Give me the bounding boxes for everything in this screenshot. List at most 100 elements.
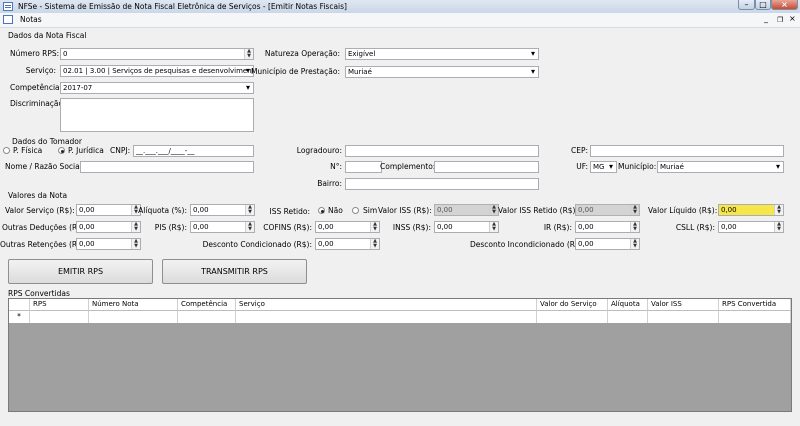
valor-iss-retido-label: Valor ISS Retido (R$):	[498, 206, 579, 215]
uf-label: UF:	[576, 162, 588, 171]
outras-retencoes-input[interactable]: 0,00 ▲ ▼	[76, 238, 141, 250]
natureza-label: Natureza Operação:	[264, 49, 340, 58]
grid-cell[interactable]	[719, 311, 791, 323]
pis-spinner[interactable]: ▲ ▼	[245, 222, 254, 232]
grid-cell[interactable]	[89, 311, 178, 323]
mdi-close-icon[interactable]: ×	[789, 14, 796, 24]
pis-input[interactable]: 0,00 ▲ ▼	[190, 221, 255, 233]
mdi-minimize-icon[interactable]: _	[764, 14, 768, 24]
column-header-numero-nota[interactable]: Número Nota	[89, 299, 178, 311]
desconto-condicionado-spinner[interactable]: ▲ ▼	[370, 239, 379, 249]
new-row-marker: *	[9, 311, 30, 323]
mdi-restore-icon[interactable]: ❐	[777, 15, 783, 25]
inss-input[interactable]: 0,00 ▲ ▼	[434, 221, 499, 233]
rps-grid[interactable]: RPS Número Nota Competência Serviço Valo…	[8, 298, 792, 412]
ir-spinner[interactable]: ▲ ▼	[630, 222, 639, 232]
csll-value: 0,00	[721, 223, 737, 231]
outras-deducoes-spinner[interactable]: ▲ ▼	[131, 222, 140, 232]
column-header-servico[interactable]: Serviço	[236, 299, 537, 311]
valor-liquido-label: Valor Líquido (R$):	[648, 206, 718, 215]
desconto-condicionado-input[interactable]: 0,00 ▲ ▼	[315, 238, 380, 250]
column-header-valor-servico[interactable]: Valor do Serviço	[537, 299, 608, 311]
aliquota-spinner[interactable]: ▲ ▼	[245, 205, 254, 215]
maximize-button[interactable]: □	[755, 0, 771, 10]
valor-servico-value: 0,00	[79, 206, 95, 214]
app-icon	[3, 2, 13, 11]
grid-cell[interactable]	[236, 311, 537, 323]
logradouro-input[interactable]	[345, 145, 539, 157]
municipio-tomador-value: Muriaé	[660, 163, 684, 171]
desconto-incondicionado-input[interactable]: 0,00 ▲ ▼	[575, 238, 640, 250]
cnpj-label: CNPJ:	[110, 146, 131, 155]
municipio-prestacao-label: Município de Prestação:	[250, 67, 340, 76]
complemento-input[interactable]	[434, 161, 539, 173]
grid-cell[interactable]	[648, 311, 719, 323]
iss-retido-sim-radio[interactable]	[352, 207, 359, 214]
section-rps-convertidas: RPS Convertidas	[8, 289, 70, 298]
column-header-competencia[interactable]: Competência	[178, 299, 236, 311]
section-valores-nota: Valores da Nota	[8, 191, 68, 200]
outras-retencoes-spinner[interactable]: ▲ ▼	[131, 239, 140, 249]
valor-liquido-spinner[interactable]: ▲ ▼	[774, 205, 783, 215]
nome-razao-label: Nome / Razão Social:	[5, 162, 85, 171]
outras-retencoes-label: Outras Retenções (R$):	[0, 240, 88, 249]
servico-select[interactable]: 02.01 | 3.00 | Serviços de pesquisas e d…	[60, 65, 254, 77]
logradouro-label: Logradouro:	[296, 146, 342, 155]
desconto-incondicionado-spinner[interactable]: ▲ ▼	[630, 239, 639, 249]
outras-deducoes-input[interactable]: 0,00 ▲ ▼	[76, 221, 141, 233]
bairro-input[interactable]	[345, 178, 539, 190]
discriminacao-label: Discriminação:	[10, 99, 66, 108]
iss-retido-sim-label: Sim	[363, 206, 378, 215]
valor-liquido-input[interactable]: 0,00 ▲ ▼	[718, 204, 784, 216]
minimize-button[interactable]: –	[738, 0, 755, 10]
cofins-value: 0,00	[318, 223, 334, 231]
valor-iss-retido-spinner: ▲ ▼	[630, 205, 639, 215]
cofins-spinner[interactable]: ▲ ▼	[370, 222, 379, 232]
iss-retido-nao-radio[interactable]	[318, 207, 325, 214]
aliquota-value: 0,00	[193, 206, 209, 214]
csll-input[interactable]: 0,00 ▲ ▼	[718, 221, 784, 233]
inss-spinner[interactable]: ▲ ▼	[489, 222, 498, 232]
numero-rps-spinner[interactable]: ▲ ▼	[244, 49, 253, 59]
discriminacao-textarea[interactable]	[60, 98, 254, 132]
competencia-select[interactable]: 2017-07	[60, 82, 254, 94]
csll-spinner[interactable]: ▲ ▼	[774, 222, 783, 232]
transmitir-rps-button[interactable]: TRANSMITIR RPS	[162, 259, 307, 284]
numero-endereco-input[interactable]	[345, 161, 382, 173]
desconto-condicionado-label: Desconto Condicionado (R$):	[202, 240, 312, 249]
ir-value: 0,00	[578, 223, 594, 231]
valor-iss-retido-input: 0,00 ▲ ▼	[575, 204, 640, 216]
grid-cell[interactable]	[537, 311, 608, 323]
numero-rps-input[interactable]: 0 ▲ ▼	[60, 48, 254, 60]
nome-razao-input[interactable]	[80, 161, 254, 173]
municipio-prestacao-value: Muriaé	[348, 68, 372, 76]
menu-notas[interactable]: Notas	[20, 15, 42, 25]
aliquota-input[interactable]: 0,00 ▲ ▼	[190, 204, 255, 216]
grid-cell[interactable]	[178, 311, 236, 323]
pessoa-juridica-radio[interactable]	[58, 147, 65, 154]
grid-cell[interactable]	[608, 311, 648, 323]
grid-cell[interactable]	[30, 311, 89, 323]
valor-servico-input[interactable]: 0,00 ▲ ▼	[76, 204, 141, 216]
column-header-rps[interactable]: RPS	[30, 299, 89, 311]
iss-retido-nao-label: Não	[328, 206, 343, 215]
cep-input[interactable]	[590, 145, 784, 157]
uf-select[interactable]: MG	[590, 161, 617, 173]
municipio-prestacao-select[interactable]: Muriaé	[345, 66, 539, 78]
pessoa-fisica-radio[interactable]	[3, 147, 10, 154]
emitir-rps-button[interactable]: EMITIR RPS	[8, 259, 153, 284]
municipio-tomador-select[interactable]: Muriaé	[657, 161, 784, 173]
complemento-label: Complemento:	[380, 162, 436, 171]
outras-deducoes-label: Outras Deduções (R$):	[2, 223, 88, 232]
close-button[interactable]: ×	[771, 0, 798, 10]
natureza-select[interactable]: Exigível	[345, 48, 539, 60]
cofins-input[interactable]: 0,00 ▲ ▼	[315, 221, 380, 233]
column-header-rps-convertida[interactable]: RPS Convertida	[719, 299, 791, 311]
title-bar: NFSe - Sistema de Emissão de Nota Fiscal…	[0, 0, 800, 14]
column-header-aliquota[interactable]: Alíquota	[608, 299, 648, 311]
cnpj-input[interactable]: __.___.___/____-__	[133, 145, 254, 157]
column-header-valor-iss[interactable]: Valor ISS	[648, 299, 719, 311]
ir-input[interactable]: 0,00 ▲ ▼	[575, 221, 640, 233]
valor-iss-input: 0,00 ▲ ▼	[434, 204, 499, 216]
cnpj-mask: __.___.___/____-__	[136, 147, 195, 155]
